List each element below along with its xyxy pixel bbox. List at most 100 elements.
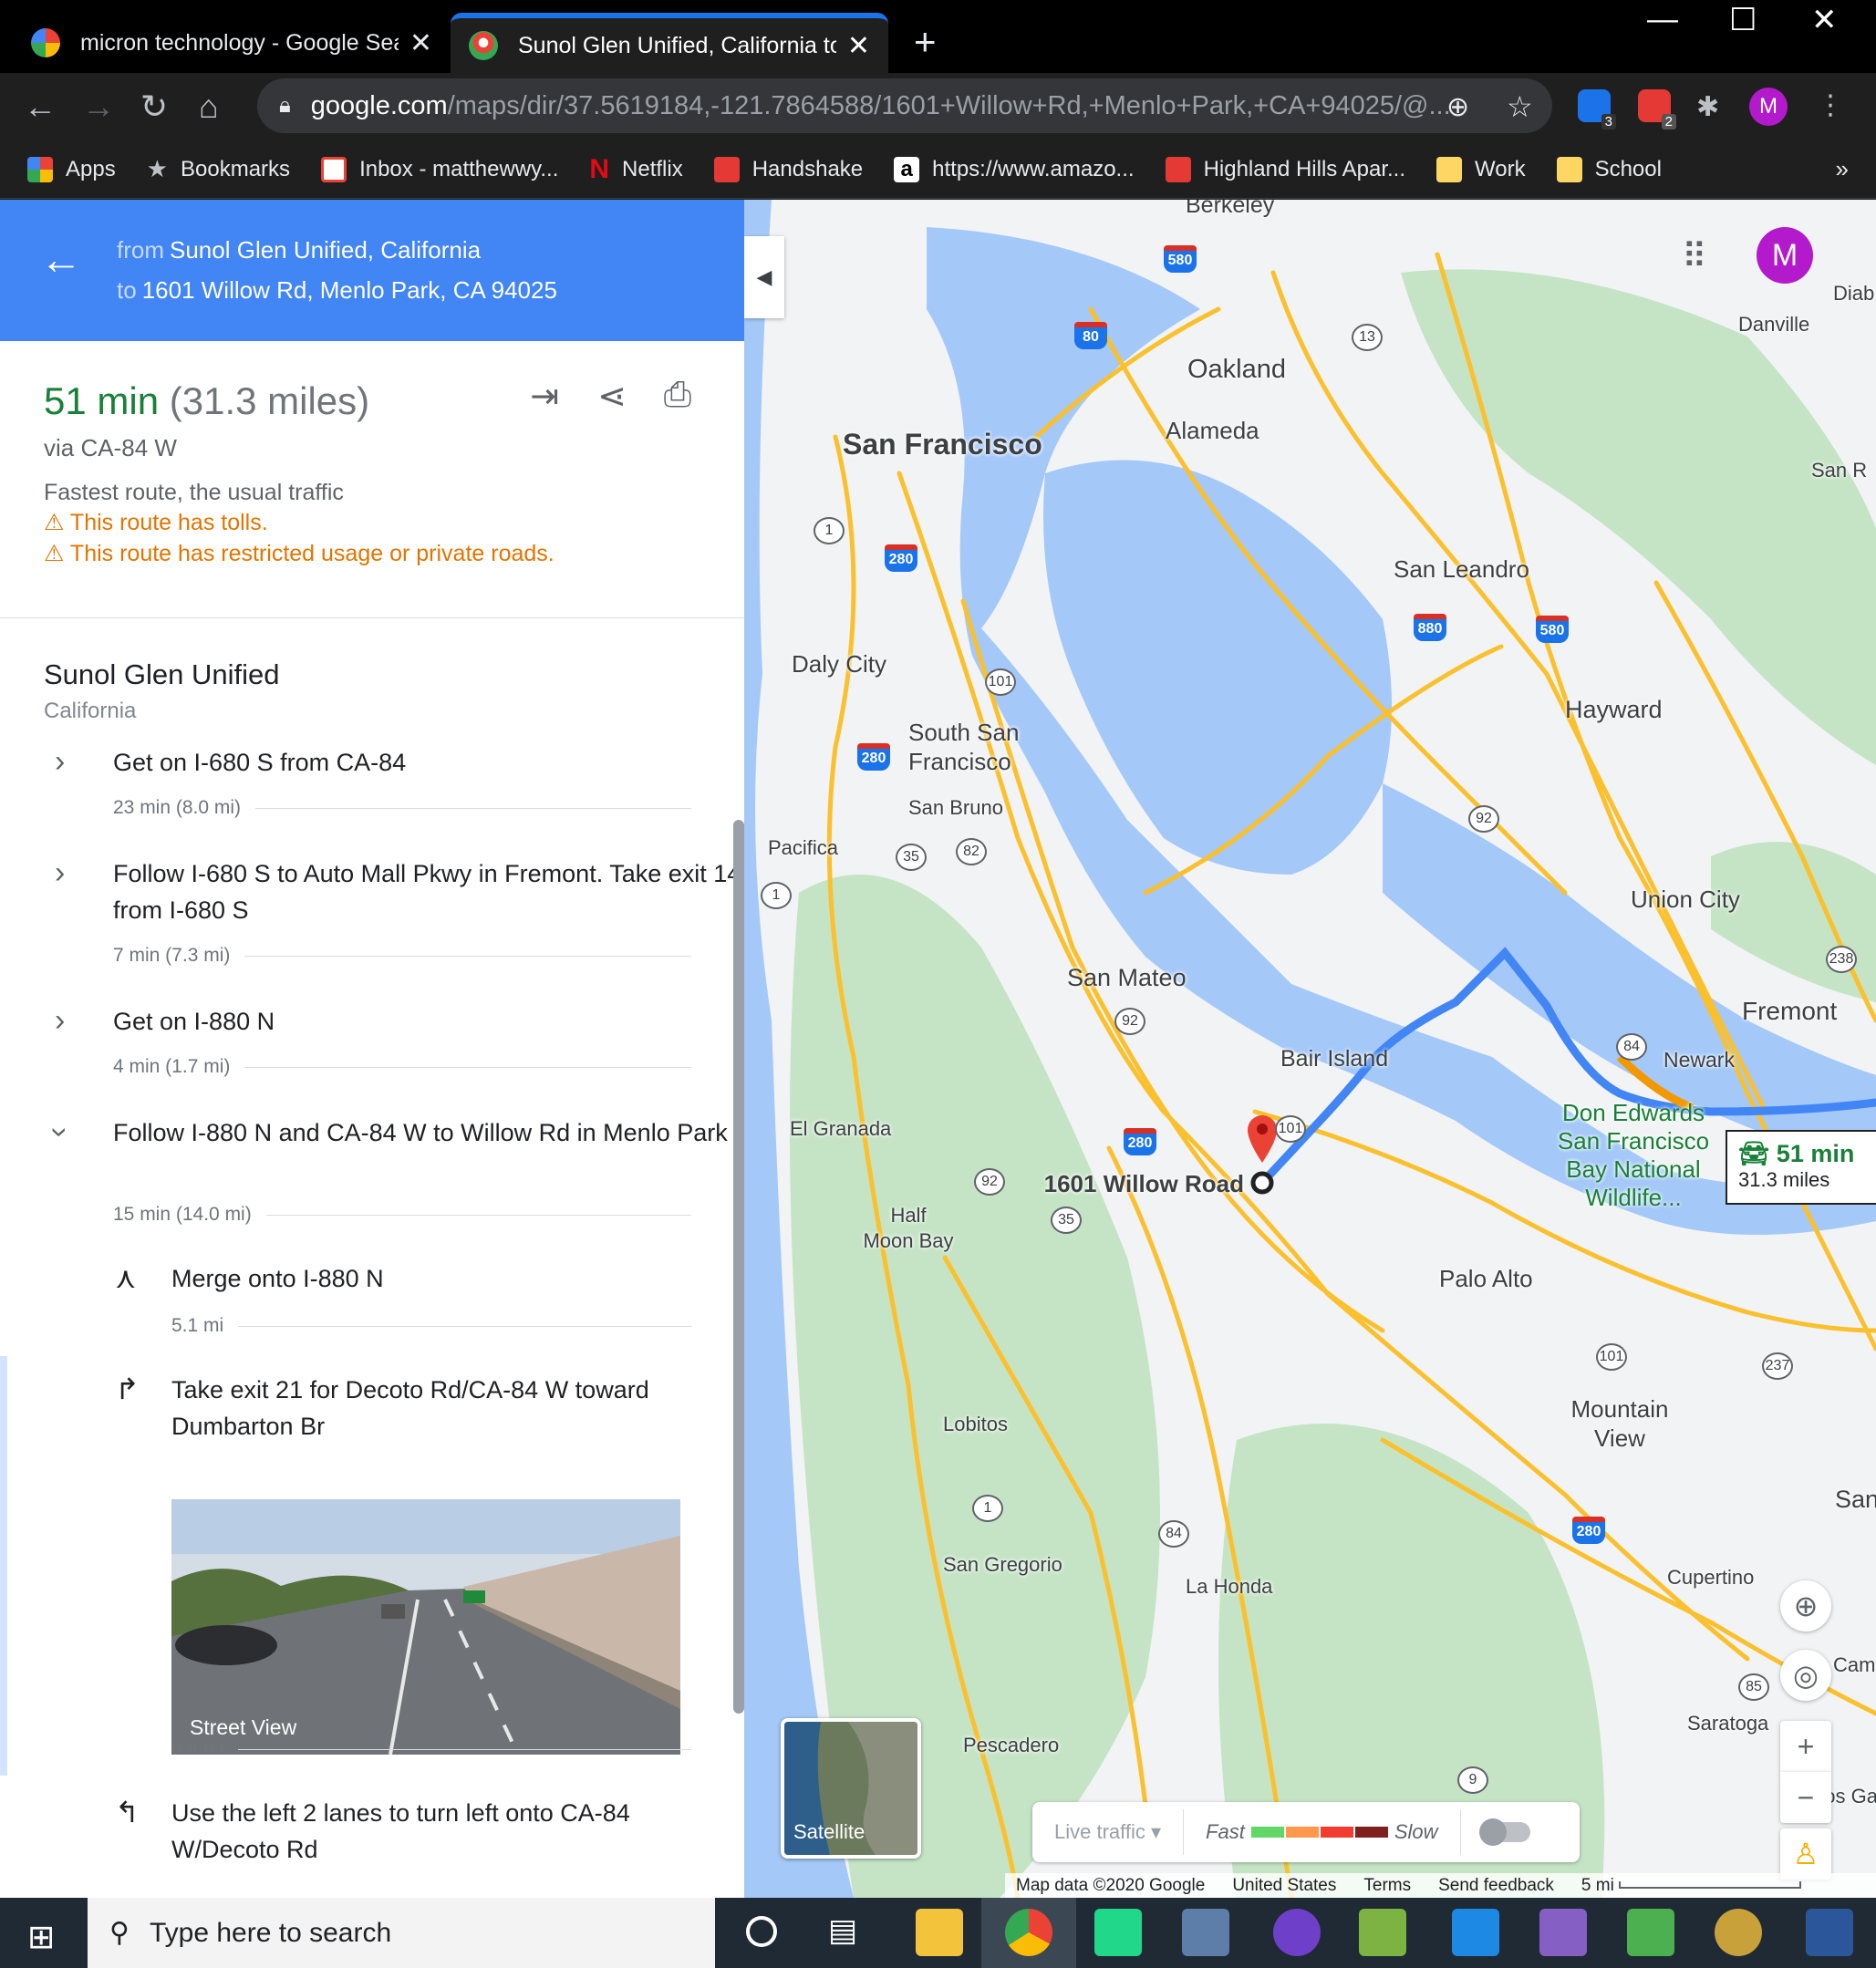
collapse-panel-icon[interactable]: ◀ [744, 236, 784, 318]
tab-title: micron technology - Google Sear [80, 29, 399, 56]
route-shield: 9 [1457, 1766, 1488, 1794]
netflix-icon: N [589, 153, 610, 184]
back-arrow-icon[interactable]: ← [24, 88, 57, 126]
taskbar-search-box[interactable]: ⚲ Type here to search [88, 1898, 715, 1968]
extension-calendar-icon[interactable]: 2 [1638, 89, 1676, 129]
profile-avatar[interactable]: M [1749, 88, 1788, 126]
chrome-icon[interactable] [1005, 1909, 1052, 1956]
warning-text: This route has tolls. [69, 510, 268, 535]
url-domain: google.com [310, 90, 448, 120]
tab-google-maps[interactable]: Sunol Glen Unified, California to ✕ [451, 13, 888, 73]
bookmark-folder-work[interactable]: Work [1436, 156, 1526, 182]
satellite-toggle[interactable]: Satellite [781, 1718, 921, 1859]
route-summary: 51 min (31.3 miles) via CA-84 W Fastest … [0, 341, 744, 618]
live-traffic-dropdown[interactable]: Live traffic ▾ [1032, 1820, 1183, 1844]
share-icon[interactable]: ⋖ [591, 376, 633, 418]
map-canvas[interactable]: ◀ ⠿ M Berkeley Oakland Alameda San Franc… [744, 200, 1876, 1898]
send-to-phone-icon[interactable]: ⇥ [523, 376, 565, 418]
address-bar[interactable]: 🔒︎ google.com/maps/dir/37.5619184,-121.7… [257, 78, 1552, 133]
add-to-page-icon[interactable]: ⊕ [1446, 91, 1469, 123]
visual-studio-icon[interactable] [1539, 1909, 1587, 1956]
new-tab-plus-icon[interactable]: + [914, 20, 937, 64]
from-line: from Sunol Glen Unified, California [117, 236, 481, 264]
print-icon[interactable]: ⎙ [657, 376, 699, 418]
route-shield: 101 [1275, 1115, 1306, 1143]
close-window-icon[interactable]: ✕ [1811, 2, 1838, 38]
destination-text[interactable]: 1601 Willow Rd, Menlo Park, CA 94025 [142, 276, 557, 304]
zoom-out-icon[interactable]: − [1780, 1772, 1831, 1823]
route-time-tooltip[interactable]: 🚘︎ 51 min 31.3 miles [1726, 1130, 1876, 1205]
extension-icon[interactable]: 3 [1578, 89, 1616, 129]
traffic-swatch-red [1320, 1827, 1353, 1838]
bookmark-bookmarks[interactable]: ★ Bookmarks [147, 155, 290, 183]
bookmark-highland-hills[interactable]: Highland Hills Apar... [1165, 156, 1405, 182]
send-feedback-link[interactable]: Send feedback [1438, 1876, 1554, 1896]
tab-google-search[interactable]: micron technology - Google Sear ✕ [13, 13, 451, 73]
app-icon[interactable] [1359, 1909, 1406, 1956]
street-view-thumbnail[interactable]: Street View [171, 1499, 680, 1755]
duration-value: 51 min [44, 379, 160, 422]
reload-icon[interactable]: ↻ [140, 88, 168, 126]
merge-icon: ⋏ [115, 1261, 137, 1294]
chevron-right-icon[interactable]: › [55, 744, 65, 780]
forward-arrow-icon[interactable]: → [82, 88, 115, 126]
map-label-cupertino: Cupertino [1667, 1566, 1755, 1589]
route-duration: 51 min (31.3 miles) [44, 379, 369, 423]
app-icon[interactable] [1182, 1909, 1229, 1956]
chevron-right-icon[interactable]: › [55, 1003, 65, 1039]
close-tab-icon[interactable]: ✕ [409, 27, 432, 59]
exit-right-icon: ↱ [115, 1372, 140, 1405]
bookmark-star-icon[interactable]: ☆ [1507, 89, 1533, 124]
more-bookmarks-chevron-icon[interactable]: » [1836, 155, 1849, 183]
satellite-label: Satellite [793, 1820, 865, 1843]
globe-view-icon[interactable]: ⊕ [1780, 1580, 1831, 1631]
windows-start-icon[interactable]: ⊞ [27, 1918, 55, 1956]
home-icon[interactable]: ⌂ [199, 88, 219, 126]
puzzle-extensions-icon[interactable]: ✱ [1696, 91, 1719, 123]
back-arrow-icon[interactable]: ← [40, 234, 82, 284]
google-apps-grid-icon[interactable]: ⠿ [1682, 236, 1707, 277]
browser-titlebar: micron technology - Google Sear ✕ Sunol … [0, 0, 1876, 73]
map-label-newark: Newark [1664, 1048, 1735, 1072]
bookmark-handshake[interactable]: Handshake [713, 156, 863, 182]
map-label-san-gregorio: San Gregorio [943, 1553, 1062, 1576]
traffic-toggle-switch[interactable] [1478, 1818, 1530, 1846]
minimize-icon[interactable]: — [1647, 2, 1678, 37]
map-label-san-leandro: San Leandro [1394, 555, 1529, 583]
my-location-icon[interactable]: ◎ [1780, 1650, 1831, 1701]
maximize-icon[interactable]: ☐ [1729, 2, 1757, 38]
file-explorer-icon[interactable] [916, 1909, 963, 1956]
account-avatar[interactable]: M [1757, 227, 1813, 284]
route-via: via CA-84 W [44, 434, 177, 461]
from-label: from [117, 236, 164, 264]
directions-panel: ← from Sunol Glen Unified, California to 1… [0, 200, 744, 1898]
bookmark-netflix[interactable]: N Netflix [589, 154, 682, 185]
pegman-icon[interactable]: ♙ [1780, 1828, 1831, 1880]
panel-scrollbar[interactable] [733, 820, 744, 1714]
menu-kebab-icon[interactable]: ⋮ [1817, 89, 1844, 121]
map-country-link[interactable]: United States [1232, 1876, 1336, 1896]
handshake-icon [713, 156, 740, 182]
terms-link[interactable]: Terms [1363, 1876, 1411, 1896]
github-desktop-icon[interactable] [1273, 1909, 1321, 1956]
pycharm-icon[interactable] [1094, 1909, 1142, 1956]
map-label-union-city: Union City [1631, 886, 1740, 913]
map-label-alameda: Alameda [1166, 417, 1259, 444]
bookmark-apps[interactable]: Apps [27, 156, 116, 182]
scale-bar[interactable]: 5 mi [1581, 1876, 1802, 1896]
origin-text[interactable]: Sunol Glen Unified, California [170, 236, 481, 264]
zoom-in-icon[interactable]: + [1780, 1721, 1831, 1772]
bookmark-inbox[interactable]: Inbox - matthewwy... [321, 156, 558, 182]
bookmark-amazon[interactable]: a https://www.amazo... [894, 156, 1135, 182]
bookmark-folder-school[interactable]: School [1556, 156, 1662, 182]
chevron-right-icon[interactable]: › [55, 855, 65, 891]
task-view-icon[interactable]: ▤ [828, 1912, 857, 1949]
app-icon[interactable] [1715, 1909, 1762, 1956]
app-icon[interactable] [1452, 1909, 1499, 1956]
app-icon[interactable] [1627, 1909, 1674, 1956]
chevron-down-icon[interactable]: › [42, 1127, 78, 1137]
close-tab-icon[interactable]: ✕ [847, 30, 870, 62]
cortana-circle-icon[interactable] [746, 1916, 777, 1947]
word-icon[interactable] [1806, 1909, 1853, 1956]
panel-edge-highlight [0, 1356, 7, 1776]
